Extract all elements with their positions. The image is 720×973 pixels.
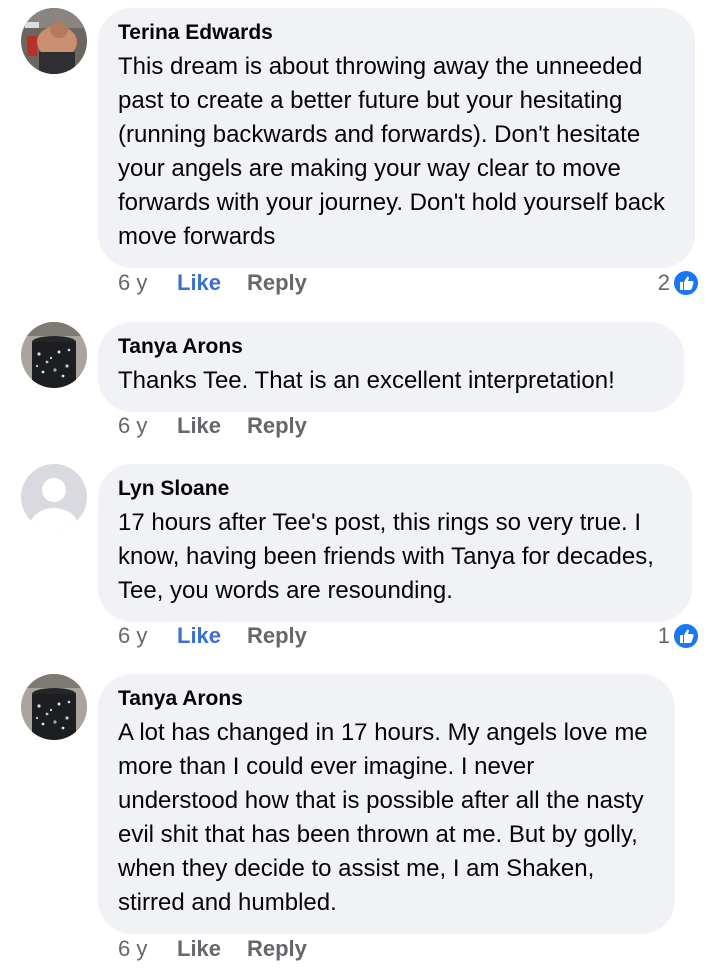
reply-button[interactable]: Reply [247, 621, 307, 651]
reply-button[interactable]: Reply [247, 934, 307, 964]
like-button[interactable]: Like [177, 411, 221, 441]
avatar-photo-terina [21, 8, 87, 74]
like-button[interactable]: Like [177, 268, 221, 298]
comment-author[interactable]: Lyn Sloane [118, 476, 672, 502]
reaction-summary[interactable]: 2 [630, 268, 700, 298]
avatar[interactable] [21, 322, 87, 388]
avatar-photo-tanya [21, 674, 87, 740]
like-button[interactable]: Like [177, 934, 221, 964]
avatar[interactable] [21, 464, 87, 530]
reaction-summary[interactable]: 1 [630, 621, 700, 651]
comment-author[interactable]: Tanya Arons [118, 686, 655, 712]
avatar-photo-tanya [21, 322, 87, 388]
avatar[interactable] [21, 8, 87, 74]
comment-bubble: Tanya Arons A lot has changed in 17 hour… [98, 674, 675, 934]
comment-timestamp[interactable]: 6 y [118, 621, 147, 651]
comment-author[interactable]: Terina Edwards [118, 20, 675, 46]
reaction-count: 1 [657, 623, 670, 648]
like-button[interactable]: Like [177, 621, 221, 651]
thumbs-up-icon [672, 269, 700, 297]
default-user-avatar-icon [21, 464, 87, 530]
comment-text: Thanks Tee. That is an excellent interpr… [118, 367, 615, 394]
comment-bubble: Tanya Arons Thanks Tee. That is an excel… [98, 322, 684, 412]
thumbs-up-icon [672, 622, 700, 650]
comment-text: 17 hours after Tee's post, this rings so… [118, 509, 654, 604]
avatar[interactable] [21, 674, 87, 740]
comment-timestamp[interactable]: 6 y [118, 268, 147, 298]
comment-timestamp[interactable]: 6 y [118, 411, 147, 441]
comment-bubble: Terina Edwards This dream is about throw… [98, 8, 695, 268]
reply-button[interactable]: Reply [247, 268, 307, 298]
reaction-count: 2 [657, 270, 670, 295]
comment-bubble: Lyn Sloane 17 hours after Tee's post, th… [98, 464, 692, 622]
reply-button[interactable]: Reply [247, 411, 307, 441]
comment-text: A lot has changed in 17 hours. My angels… [118, 719, 648, 916]
comment-timestamp[interactable]: 6 y [118, 934, 147, 964]
comment-text: This dream is about throwing away the un… [118, 53, 666, 250]
comment-author[interactable]: Tanya Arons [118, 334, 664, 360]
